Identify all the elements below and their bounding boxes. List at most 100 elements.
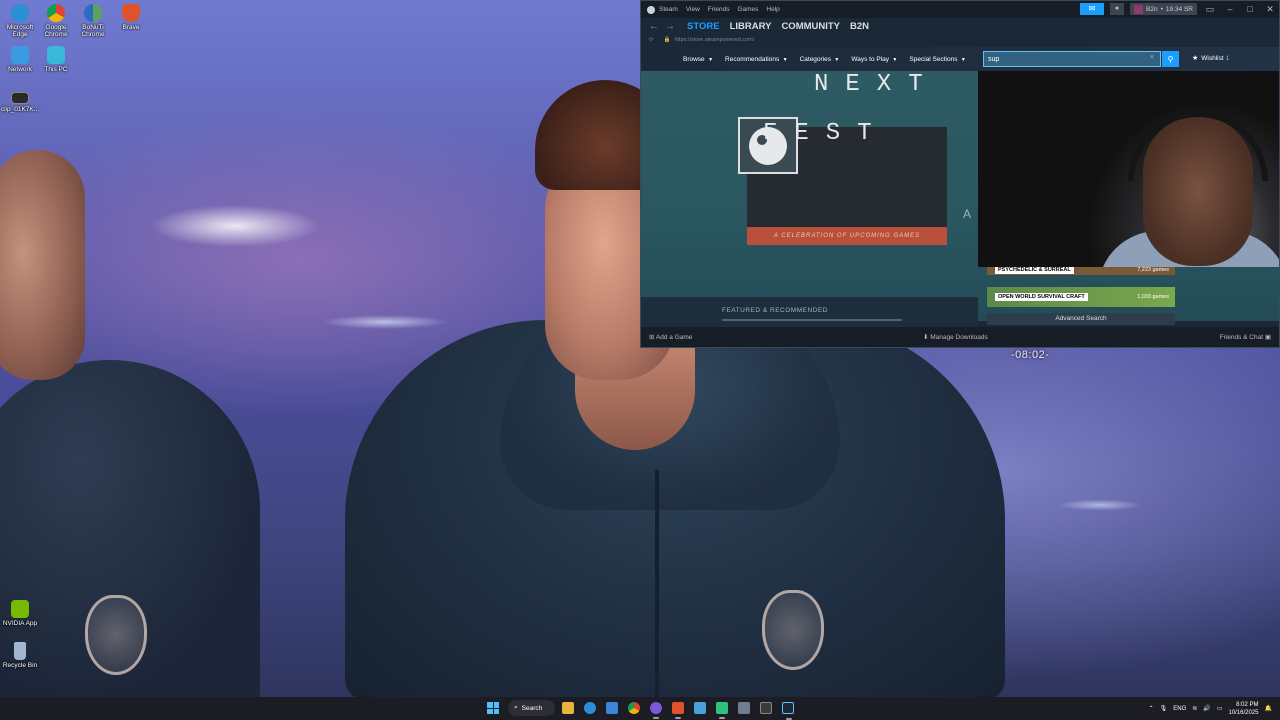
desktop-icon-label: NVIDIA App <box>2 620 38 627</box>
discord-icon[interactable] <box>650 702 662 719</box>
speaker-icon[interactable]: 🔊 <box>1203 705 1210 712</box>
desktop-icon-this-pc[interactable]: This PC <box>36 46 76 73</box>
desktop-icon-brave[interactable]: Brave <box>111 4 151 31</box>
search-icon: ⌕ <box>514 704 518 711</box>
system-tray: ⌃ 🎙 ENG ≋ 🔊 ▭ 8:02 PM 10/16/2025 🔔 <box>1149 697 1280 720</box>
terminal-icon[interactable] <box>760 702 772 714</box>
recycle-bin-icon <box>14 642 26 660</box>
back-arrow-icon[interactable]: ← <box>649 21 659 32</box>
friends-chat-button[interactable]: Friends & Chat ▣ <box>1220 333 1271 341</box>
wallpaper-crest-left <box>85 595 147 675</box>
steam-logo-icon <box>647 5 655 14</box>
announcements-megaphone-icon[interactable]: ✉ <box>1080 3 1105 15</box>
brave-icon[interactable] <box>672 702 684 719</box>
store-menu-browse[interactable]: Browse ▼ <box>683 56 713 63</box>
app-icon[interactable] <box>716 702 728 719</box>
tab-community[interactable]: COMMUNITY <box>781 21 840 32</box>
tab-store[interactable]: STORE <box>687 21 720 32</box>
steam-main-nav: ← → STORE LIBRARY COMMUNITY B2N <box>641 18 1279 34</box>
add-game-button[interactable]: ⊞ Add a Game <box>649 333 692 341</box>
battery-icon[interactable]: ▭ <box>1217 705 1223 712</box>
tab-library[interactable]: LIBRARY <box>730 21 772 32</box>
tag-recommendation-panel: PSYCHEDELIC & SURREAL 7,223 games OPEN W… <box>987 265 1175 325</box>
wifi-icon[interactable]: ≋ <box>1192 705 1197 712</box>
desktop-icon-label: Network <box>8 66 32 73</box>
minimize-icon[interactable]: – <box>1223 4 1237 14</box>
clock-time: 8:02 PM <box>1236 701 1259 708</box>
forward-arrow-icon[interactable]: → <box>665 21 675 32</box>
steam-icon[interactable] <box>782 702 794 720</box>
menu-games[interactable]: Games <box>737 6 758 13</box>
wallet-separator: • <box>1160 5 1163 13</box>
avatar <box>1134 4 1144 14</box>
chevron-down-icon: ▼ <box>959 56 966 63</box>
file-explorer-icon[interactable] <box>562 702 574 714</box>
reload-icon[interactable]: ⟳ <box>649 37 654 43</box>
chrome-variant-icon <box>84 4 102 22</box>
advanced-search-button[interactable]: Advanced Search <box>987 313 1175 325</box>
taskbar-search-label: Search <box>521 704 543 712</box>
wallpaper-figure-left-face <box>0 150 85 380</box>
stream-timer-overlay: -08:02- <box>1011 349 1050 361</box>
close-icon[interactable]: ✕ <box>1263 4 1277 15</box>
manage-downloads-button[interactable]: ⬇ Manage Downloads <box>923 333 988 341</box>
microphone-icon[interactable]: 🎙 <box>1160 705 1168 712</box>
steam-window: Steam View Friends Games Help ✉ ● B2n • … <box>640 0 1280 348</box>
featured-recommended-heading: FEATURED & RECOMMENDED <box>722 307 828 314</box>
notifications-bell-icon[interactable]: ● <box>1110 3 1125 15</box>
clear-search-icon[interactable]: × <box>1150 54 1154 61</box>
big-picture-icon[interactable]: ▭ <box>1203 4 1217 15</box>
store-menu-categories[interactable]: Categories ▼ <box>800 56 840 63</box>
desktop-icon-bonuti-chrome[interactable]: BoNuTi Chrome <box>73 4 113 38</box>
desktop-icon-label: Recycle Bin <box>2 662 38 669</box>
store-menu-recommendations[interactable]: Recommendations ▼ <box>725 56 788 63</box>
tag-row[interactable]: OPEN WORLD SURVIVAL CRAFT 1,033 games <box>987 287 1175 307</box>
taskbar-clock[interactable]: 8:02 PM 10/16/2025 <box>1228 701 1258 717</box>
maximize-icon[interactable]: □ <box>1243 4 1257 14</box>
store-menu-special-sections[interactable]: Special Sections ▼ <box>909 56 965 63</box>
store-search-field[interactable]: × <box>983 51 1161 67</box>
user-account-menu[interactable]: B2n • 19.34 SR <box>1130 3 1197 15</box>
chevron-down-icon: ▼ <box>833 56 840 63</box>
plus-icon: ⊞ <box>649 334 656 341</box>
chrome-icon <box>47 4 65 22</box>
search-icon: ⚲ <box>1167 54 1174 64</box>
menu-steam[interactable]: Steam <box>659 6 678 13</box>
store-menu-ways-to-play[interactable]: Ways to Play ▼ <box>851 56 897 63</box>
chevron-up-icon[interactable]: ⌃ <box>1149 705 1154 712</box>
input-language[interactable]: ENG <box>1173 706 1186 712</box>
notepad-icon[interactable] <box>738 702 750 714</box>
menu-help[interactable]: Help <box>766 6 779 13</box>
tag-count: 7,223 games <box>1137 267 1169 273</box>
microsoft-store-icon[interactable] <box>606 702 618 714</box>
wishlist-link[interactable]: ★ Wishlist 1 <box>1192 54 1229 62</box>
steam-titlebar[interactable]: Steam View Friends Games Help ✉ ● B2n • … <box>641 1 1279 18</box>
next-fest-word-next: NEXT <box>814 71 940 98</box>
notifications-icon[interactable]: 🔔 <box>1265 705 1272 712</box>
desktop-icon-chrome[interactable]: Google Chrome <box>36 4 76 38</box>
edge-icon <box>11 4 29 22</box>
menu-friends[interactable]: Friends <box>708 6 730 13</box>
featured-carousel-edge <box>722 319 902 321</box>
add-game-label: Add a Game <box>655 334 693 341</box>
desktop-icon-edge[interactable]: Microsoft Edge <box>0 4 40 38</box>
url-text[interactable]: https://store.steampowered.com/ <box>674 37 754 43</box>
chevron-down-icon: ▼ <box>706 56 714 63</box>
desktop-icon-network[interactable]: Network <box>0 46 40 73</box>
chrome-icon[interactable] <box>628 702 640 714</box>
tab-profile[interactable]: B2N <box>850 21 869 32</box>
menu-view[interactable]: View <box>686 6 700 13</box>
search-button[interactable]: ⚲ <box>1162 51 1179 67</box>
edge-icon[interactable] <box>584 702 596 714</box>
taskbar-search[interactable]: ⌕ Search <box>508 700 555 716</box>
desktop-icon-recycle-bin[interactable]: Recycle Bin <box>0 642 40 669</box>
store-menu-label: Categories <box>799 55 832 63</box>
search-input[interactable] <box>988 55 1138 63</box>
desktop-icon-clip-file[interactable]: clip_01K7K... <box>0 92 40 113</box>
telegram-icon[interactable] <box>694 702 706 714</box>
windows-start-icon[interactable] <box>487 702 499 714</box>
webcam-headset <box>1128 111 1268 181</box>
desktop-icon-nvidia-app[interactable]: NVIDIA App <box>0 600 40 627</box>
webcam-overlay <box>978 71 1279 267</box>
friends-chat-label: Friends & Chat <box>1219 334 1264 341</box>
